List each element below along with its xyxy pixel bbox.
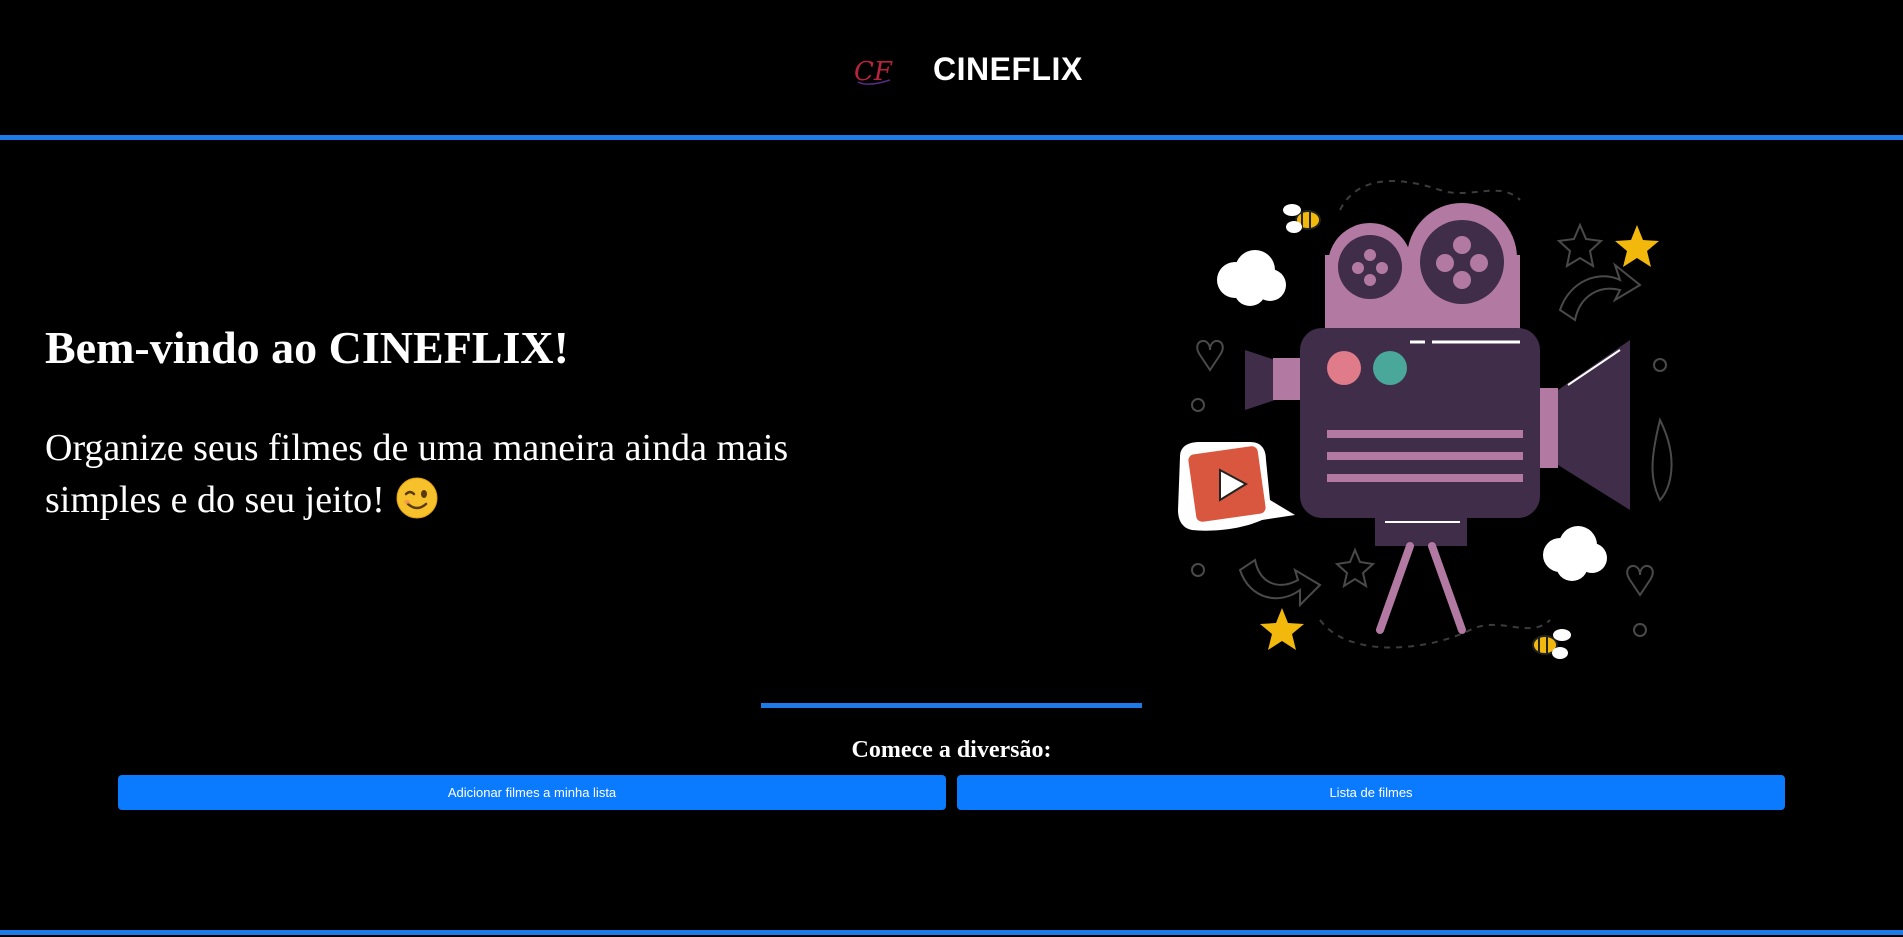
film-camera-illustration bbox=[1170, 160, 1690, 680]
hero-subtitle: Organize seus filmes de uma maneira aind… bbox=[45, 422, 865, 526]
cineflix-logo[interactable]: CF bbox=[852, 50, 898, 92]
cta-heading: Comece a diversão: bbox=[851, 737, 1052, 763]
footer-line bbox=[0, 930, 1903, 935]
add-movies-button[interactable]: Adicionar filmes a minha lista bbox=[118, 775, 946, 810]
movie-list-button[interactable]: Lista de filmes bbox=[957, 775, 1785, 810]
winking-face-icon bbox=[395, 476, 439, 520]
section-divider bbox=[761, 703, 1142, 708]
brand-title: CINEFLIX bbox=[933, 51, 1083, 87]
site-header: CF CINEFLIX bbox=[0, 0, 1903, 140]
hero-title: Bem-vindo ao CINEFLIX! bbox=[45, 322, 569, 373]
cf-logo-icon: CF bbox=[854, 57, 893, 87]
